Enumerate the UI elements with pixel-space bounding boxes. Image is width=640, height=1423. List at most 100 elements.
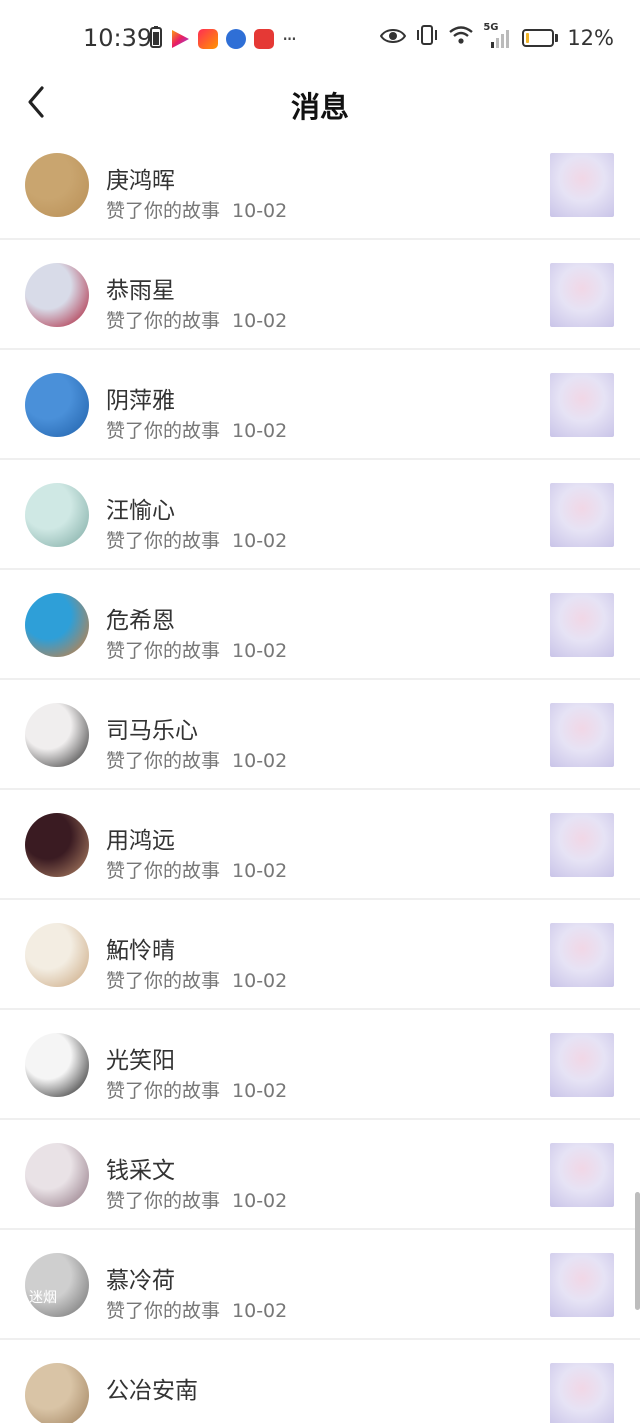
notification-meta: 赞了你的故事 10-02 bbox=[106, 746, 287, 773]
notification-meta: 赞了你的故事 10-02 bbox=[106, 636, 287, 663]
notification-row[interactable]: 庚鸿晖赞了你的故事 10-02 bbox=[0, 130, 640, 240]
user-name[interactable]: 危希恩 bbox=[106, 601, 175, 635]
avatar[interactable]: 迷烟 bbox=[25, 1253, 89, 1317]
notification-date: 10-02 bbox=[232, 200, 288, 222]
notification-meta: 赞了你的故事 10-02 bbox=[106, 1296, 287, 1323]
notification-meta: 赞了你的故事 10-02 bbox=[106, 1186, 287, 1213]
story-thumbnail[interactable] bbox=[550, 813, 614, 877]
action-text: 赞了你的故事 bbox=[106, 640, 221, 662]
action-text: 赞了你的故事 bbox=[106, 1190, 221, 1212]
notification-row[interactable]: 阴萍雅赞了你的故事 10-02 bbox=[0, 350, 640, 460]
notification-meta: 赞了你的故事 10-02 bbox=[106, 526, 287, 553]
user-name[interactable]: 钱采文 bbox=[106, 1151, 175, 1185]
action-text: 赞了你的故事 bbox=[106, 860, 221, 882]
notification-date: 10-02 bbox=[232, 310, 288, 332]
action-text: 赞了你的故事 bbox=[106, 530, 221, 552]
avatar[interactable] bbox=[25, 1033, 89, 1097]
story-thumbnail[interactable] bbox=[550, 1253, 614, 1317]
story-thumbnail[interactable] bbox=[550, 1033, 614, 1097]
user-name[interactable]: 公冶安南 bbox=[106, 1371, 198, 1405]
avatar[interactable] bbox=[25, 263, 89, 327]
notification-date: 10-02 bbox=[232, 420, 288, 442]
battery-percent: 12% bbox=[567, 25, 614, 50]
action-text: 赞了你的故事 bbox=[106, 310, 221, 332]
story-thumbnail[interactable] bbox=[550, 483, 614, 547]
notification-row[interactable]: 迷烟 慕冷荷赞了你的故事 10-02 bbox=[0, 1230, 640, 1340]
notification-meta bbox=[106, 1406, 118, 1423]
avatar-text: 迷烟 bbox=[29, 1290, 57, 1306]
user-name[interactable]: 慕冷荷 bbox=[106, 1261, 175, 1295]
user-name[interactable]: 恭雨星 bbox=[106, 271, 175, 305]
user-name[interactable]: 司马乐心 bbox=[106, 711, 198, 745]
vibrate-icon bbox=[415, 24, 439, 51]
notification-date: 10-02 bbox=[232, 1300, 288, 1322]
avatar[interactable] bbox=[25, 373, 89, 437]
notification-row[interactable]: 恭雨星赞了你的故事 10-02 bbox=[0, 240, 640, 350]
notification-row[interactable]: 用鸿远赞了你的故事 10-02 bbox=[0, 790, 640, 900]
action-text: 赞了你的故事 bbox=[106, 750, 221, 772]
story-thumbnail[interactable] bbox=[550, 703, 614, 767]
notification-row[interactable]: 汪愉心赞了你的故事 10-02 bbox=[0, 460, 640, 570]
avatar[interactable] bbox=[25, 153, 89, 217]
action-text: 赞了你的故事 bbox=[106, 200, 221, 222]
story-thumbnail[interactable] bbox=[550, 373, 614, 437]
user-name[interactable]: 阴萍雅 bbox=[106, 381, 175, 415]
page-title: 消息 bbox=[290, 90, 349, 124]
more-dots: ··· bbox=[282, 27, 297, 51]
notification-list[interactable]: 赞了你的故事10-02庚鸿晖赞了你的故事10-02恭雨星赞了你的故事10-02阴… bbox=[0, 130, 640, 1423]
user-name[interactable]: 用鸿远 bbox=[106, 821, 175, 855]
shopping-app-icon bbox=[198, 29, 218, 49]
notification-row[interactable]: 危希恩赞了你的故事 10-02 bbox=[0, 570, 640, 680]
avatar[interactable] bbox=[25, 593, 89, 657]
user-name[interactable]: 汪愉心 bbox=[106, 491, 175, 525]
avatar[interactable] bbox=[25, 813, 89, 877]
notification-date: 10-02 bbox=[232, 860, 288, 882]
video-app-icon bbox=[172, 30, 189, 48]
notification-icons: ··· bbox=[150, 26, 297, 52]
notification-meta: 赞了你的故事 10-02 bbox=[106, 966, 287, 993]
story-thumbnail[interactable] bbox=[550, 1143, 614, 1207]
browser-app-icon bbox=[226, 29, 246, 49]
notification-meta: 赞了你的故事 10-02 bbox=[106, 416, 287, 443]
notification-row[interactable]: 钱采文赞了你的故事 10-02 bbox=[0, 1120, 640, 1230]
notification-meta: 赞了你的故事 10-02 bbox=[106, 306, 287, 333]
notification-row[interactable]: 光笑阳赞了你的故事 10-02 bbox=[0, 1010, 640, 1120]
action-text: 赞了你的故事 bbox=[106, 420, 221, 442]
eye-icon bbox=[380, 26, 407, 50]
notification-date: 10-02 bbox=[232, 970, 288, 992]
notification-date: 10-02 bbox=[232, 1190, 288, 1212]
notification-date: 10-02 bbox=[232, 530, 288, 552]
story-thumbnail[interactable] bbox=[550, 593, 614, 657]
avatar[interactable] bbox=[25, 703, 89, 767]
battery-saver-icon bbox=[150, 26, 162, 52]
notification-row[interactable]: 公冶安南 bbox=[0, 1340, 640, 1423]
notification-date: 10-02 bbox=[232, 640, 288, 662]
notification-row[interactable]: 鮖怜晴 赞了你的故事 10-02 bbox=[0, 900, 640, 1010]
notification-date: 10-02 bbox=[232, 1080, 288, 1102]
notification-date: 10-02 bbox=[232, 750, 288, 772]
avatar[interactable] bbox=[25, 1363, 89, 1423]
story-thumbnail[interactable] bbox=[550, 263, 614, 327]
status-right: 5G 12% bbox=[380, 22, 614, 51]
battery-icon bbox=[522, 28, 559, 47]
wifi-icon bbox=[448, 25, 474, 50]
status-time: 10:39 bbox=[83, 24, 153, 52]
avatar[interactable] bbox=[25, 483, 89, 547]
story-thumbnail[interactable] bbox=[550, 923, 614, 987]
action-text: 赞了你的故事 bbox=[106, 1300, 221, 1322]
reader-app-icon bbox=[254, 29, 274, 49]
action-text: 赞了你的故事 bbox=[106, 1080, 221, 1102]
user-name[interactable]: 庚鸿晖 bbox=[106, 161, 175, 195]
avatar[interactable] bbox=[25, 1143, 89, 1207]
avatar[interactable] bbox=[25, 923, 89, 987]
battery-level-fill bbox=[526, 32, 530, 43]
status-bar: 10:39 ··· 5G 12% bbox=[0, 0, 640, 78]
scrollbar[interactable] bbox=[635, 1192, 640, 1310]
story-thumbnail[interactable] bbox=[550, 1363, 614, 1423]
user-name[interactable]: 光笑阳 bbox=[106, 1041, 175, 1075]
story-thumbnail[interactable] bbox=[550, 153, 614, 217]
signal-icon: 5G bbox=[483, 22, 513, 49]
notification-meta: 赞了你的故事 10-02 bbox=[106, 856, 287, 883]
user-name[interactable]: 鮖怜晴 bbox=[106, 931, 175, 965]
notification-row[interactable]: 司马乐心赞了你的故事 10-02 bbox=[0, 680, 640, 790]
